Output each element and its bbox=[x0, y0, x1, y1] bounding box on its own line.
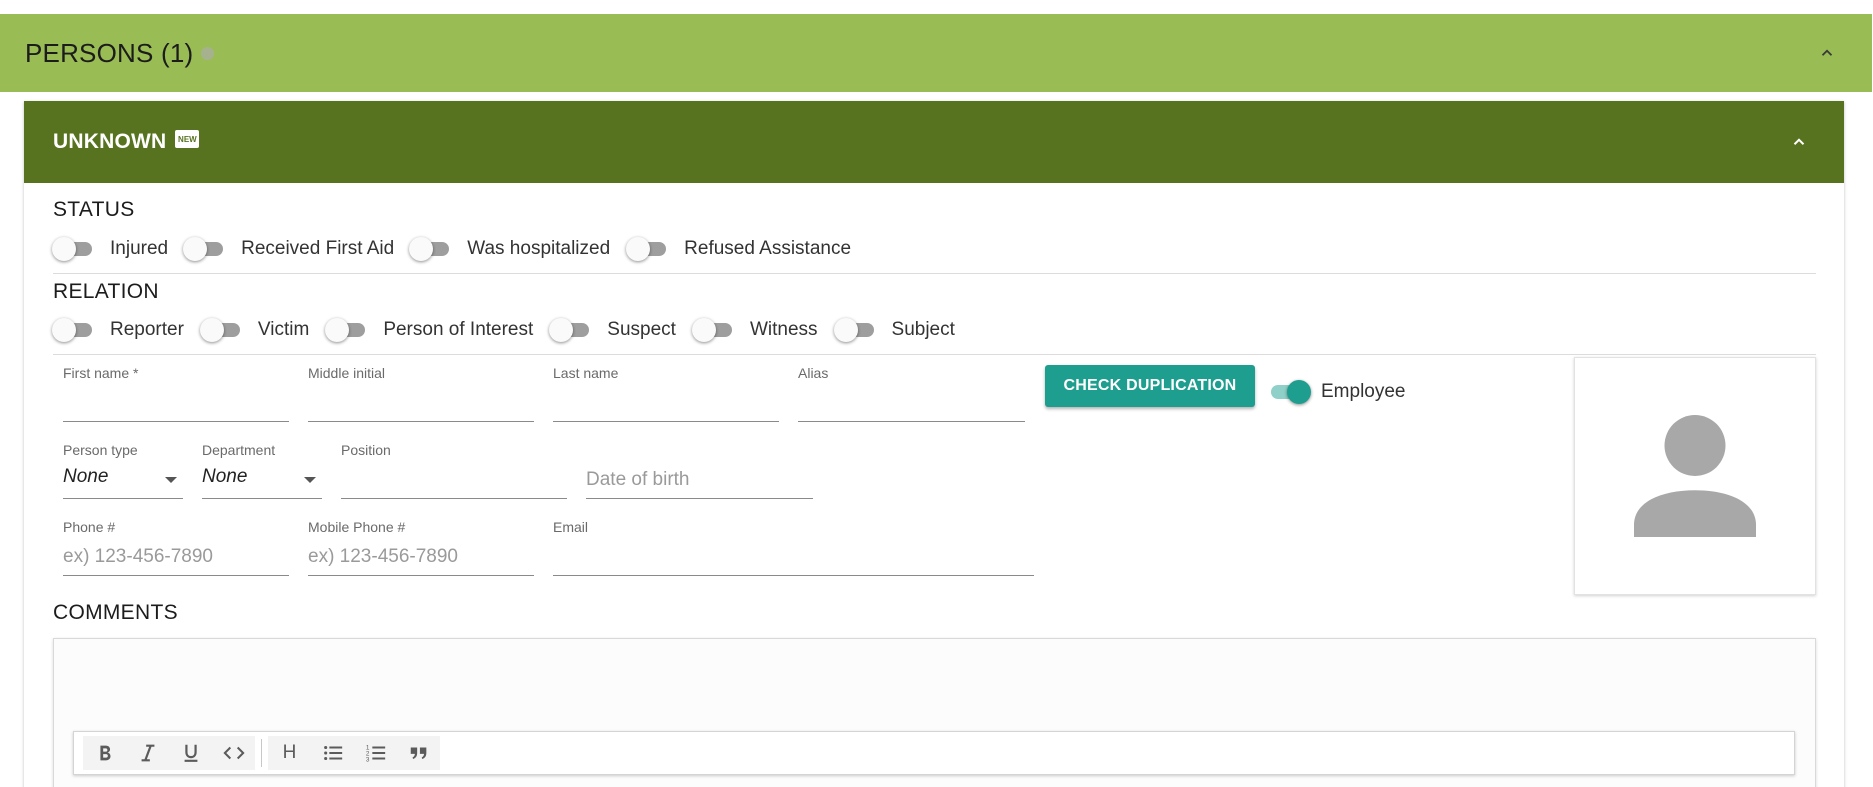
last-name-field[interactable]: Last name bbox=[553, 365, 779, 422]
person-name: UNKNOWN bbox=[53, 130, 167, 153]
phone-field[interactable]: Phone # ex) 123-456-7890 bbox=[63, 519, 289, 576]
mobile-phone-placeholder: ex) 123-456-7890 bbox=[308, 546, 458, 567]
toggle-label: Person of Interest bbox=[383, 319, 534, 340]
person-type-select[interactable]: Person type None bbox=[63, 442, 183, 499]
collapse-persons-chevron-up-icon[interactable] bbox=[1818, 44, 1836, 62]
heading-icon[interactable]: H bbox=[268, 736, 311, 770]
persons-section-header[interactable]: PERSONS (1) bbox=[0, 14, 1872, 92]
status-heading: STATUS bbox=[53, 198, 135, 221]
toggle-witness[interactable]: Witness bbox=[691, 318, 818, 342]
toolbar-separator bbox=[261, 739, 262, 767]
date-of-birth-field[interactable]: Date of birth bbox=[586, 442, 813, 499]
middle-initial-label: Middle initial bbox=[308, 365, 386, 381]
relation-toggle-row: Reporter Victim Person of Interest Suspe… bbox=[52, 318, 969, 342]
code-icon[interactable] bbox=[212, 736, 255, 770]
status-toggle-row: Injured Received First Aid Was hospitali… bbox=[52, 237, 865, 261]
dropdown-caret-icon bbox=[165, 477, 177, 483]
reporter-switch[interactable] bbox=[52, 318, 96, 342]
comments-heading: COMMENTS bbox=[53, 601, 178, 624]
bold-icon[interactable] bbox=[83, 736, 126, 770]
status-dot-icon bbox=[201, 46, 215, 60]
mobile-phone-label: Mobile Phone # bbox=[308, 519, 406, 535]
toggle-label: Received First Aid bbox=[241, 238, 395, 259]
mobile-phone-field[interactable]: Mobile Phone # ex) 123-456-7890 bbox=[308, 519, 534, 576]
subject-switch[interactable] bbox=[833, 318, 878, 342]
department-select[interactable]: Department None bbox=[202, 442, 322, 499]
toggle-label: Injured bbox=[110, 238, 169, 259]
department-label: Department bbox=[202, 442, 276, 458]
toggle-label: Witness bbox=[749, 319, 818, 340]
toggle-received-first-aid[interactable]: Received First Aid bbox=[183, 237, 394, 261]
received-first-aid-switch[interactable] bbox=[183, 237, 227, 261]
dropdown-caret-icon bbox=[304, 477, 316, 483]
position-label: Position bbox=[341, 442, 391, 458]
relation-heading: RELATION bbox=[53, 280, 159, 303]
toggle-victim[interactable]: Victim bbox=[199, 318, 310, 342]
photo-upload-box[interactable] bbox=[1574, 357, 1816, 595]
alias-label: Alias bbox=[798, 365, 829, 381]
quote-icon[interactable] bbox=[397, 736, 440, 770]
persons-title: PERSONS (1) bbox=[25, 37, 194, 68]
numbered-list-icon[interactable]: 123 bbox=[354, 736, 397, 770]
divider bbox=[53, 273, 1816, 274]
victim-switch[interactable] bbox=[199, 318, 244, 342]
heading-glyph: H bbox=[282, 742, 297, 763]
toggle-label: Reporter bbox=[110, 319, 184, 340]
date-of-birth-placeholder: Date of birth bbox=[586, 469, 690, 490]
alias-field[interactable]: Alias bbox=[798, 365, 1025, 422]
underline-icon[interactable] bbox=[169, 736, 212, 770]
toggle-label: Was hospitalized bbox=[467, 238, 611, 259]
toggle-label: Subject bbox=[891, 319, 955, 340]
toggle-refused-assistance[interactable]: Refused Assistance bbox=[626, 237, 851, 261]
toggle-injured[interactable]: Injured bbox=[52, 237, 168, 261]
toggle-label: Victim bbox=[257, 319, 310, 340]
toggle-suspect[interactable]: Suspect bbox=[549, 318, 676, 342]
suspect-switch[interactable] bbox=[549, 318, 593, 342]
check-duplication-button[interactable]: CHECK DUPLICATION bbox=[1045, 365, 1255, 407]
svg-text:3: 3 bbox=[365, 756, 369, 763]
toggle-person-of-interest[interactable]: Person of Interest bbox=[325, 318, 533, 342]
employee-toggle[interactable]: Employee bbox=[1265, 380, 1406, 404]
injured-switch[interactable] bbox=[52, 237, 96, 261]
phone-placeholder: ex) 123-456-7890 bbox=[63, 546, 213, 567]
bulleted-list-icon[interactable] bbox=[311, 736, 354, 770]
email-field[interactable]: Email bbox=[553, 519, 1034, 576]
collapse-person-chevron-up-icon[interactable] bbox=[1790, 133, 1808, 151]
person-avatar-icon bbox=[1634, 415, 1756, 537]
first-name-label: First name * bbox=[63, 365, 139, 381]
position-field[interactable]: Position bbox=[341, 442, 567, 499]
middle-initial-field[interactable]: Middle initial bbox=[308, 365, 534, 422]
last-name-label: Last name bbox=[553, 365, 619, 381]
person-type-value: None bbox=[63, 466, 109, 487]
toggle-label: Refused Assistance bbox=[684, 238, 852, 259]
department-value: None bbox=[202, 466, 248, 487]
employee-switch[interactable] bbox=[1265, 380, 1311, 404]
email-label: Email bbox=[553, 519, 589, 535]
toggle-was-hospitalized[interactable]: Was hospitalized bbox=[409, 237, 610, 261]
employee-label: Employee bbox=[1321, 381, 1406, 402]
phone-label: Phone # bbox=[63, 519, 116, 535]
toggle-label: Suspect bbox=[607, 319, 676, 340]
new-badge: NEW bbox=[175, 130, 200, 148]
divider bbox=[53, 354, 1816, 355]
person-type-label: Person type bbox=[63, 442, 138, 458]
was-hospitalized-switch[interactable] bbox=[409, 237, 453, 261]
refused-assistance-switch[interactable] bbox=[626, 237, 670, 261]
witness-switch[interactable] bbox=[691, 318, 736, 342]
toggle-subject[interactable]: Subject bbox=[833, 318, 955, 342]
editor-toolbar: H 123 bbox=[73, 731, 1795, 775]
italic-icon[interactable] bbox=[126, 736, 169, 770]
person-of-interest-switch[interactable] bbox=[325, 318, 369, 342]
person-header[interactable]: UNKNOWN NEW bbox=[24, 101, 1844, 183]
toggle-reporter[interactable]: Reporter bbox=[52, 318, 184, 342]
first-name-field[interactable]: First name * bbox=[63, 365, 289, 422]
